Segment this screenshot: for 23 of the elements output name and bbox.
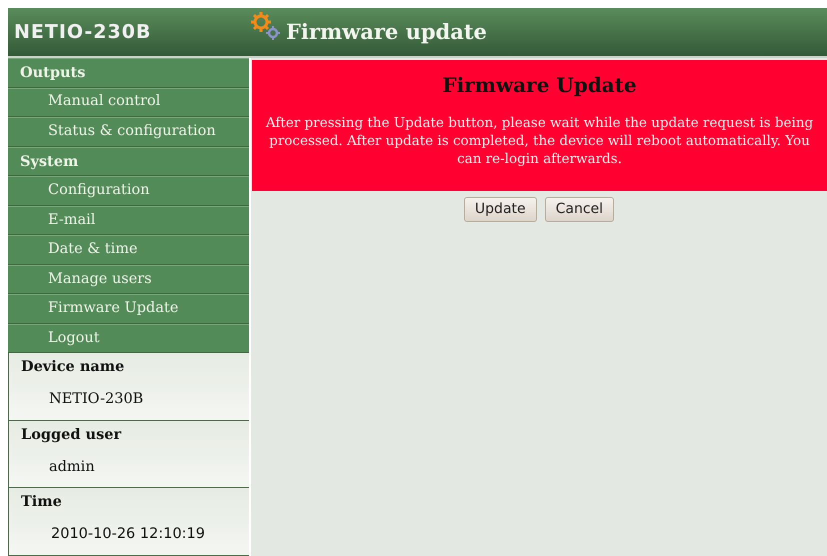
menu-link[interactable]: Firmware Update xyxy=(8,294,249,324)
logo: NETIO-230B xyxy=(13,20,152,45)
menu-link[interactable]: Date & time xyxy=(8,235,249,265)
info-label: Logged user xyxy=(20,424,122,445)
gears-icon xyxy=(250,11,282,43)
info-value: admin xyxy=(48,458,96,477)
menu-link[interactable]: Manual control xyxy=(8,88,249,118)
action-button[interactable]: Cancel xyxy=(544,196,614,222)
menu-section-header: System xyxy=(8,146,249,176)
menu-link[interactable]: Status & configuration xyxy=(8,117,249,147)
page-title: Firmware update xyxy=(286,18,487,46)
info-label: Time xyxy=(20,492,63,512)
info-value: NETIO-230B xyxy=(48,390,144,410)
menu-section-header: Outputs xyxy=(8,58,249,88)
menu-link[interactable]: Configuration xyxy=(8,176,249,206)
action-button[interactable]: Update xyxy=(464,196,537,222)
menu-link[interactable]: Manage users xyxy=(8,264,249,294)
info-label: Device name xyxy=(20,357,126,378)
menu-link[interactable]: Logout xyxy=(8,324,249,354)
warning-text: After pressing the Update button, please wait while the update request is being processed. After update is completed, the device will reboot automatically. You can re-login afterwards. xyxy=(264,114,814,169)
panel-title: Firmware Update xyxy=(441,72,638,99)
menu-link[interactable]: E-mail xyxy=(8,206,249,236)
info-value: 2010-10-26 12:10:19 xyxy=(50,525,206,544)
